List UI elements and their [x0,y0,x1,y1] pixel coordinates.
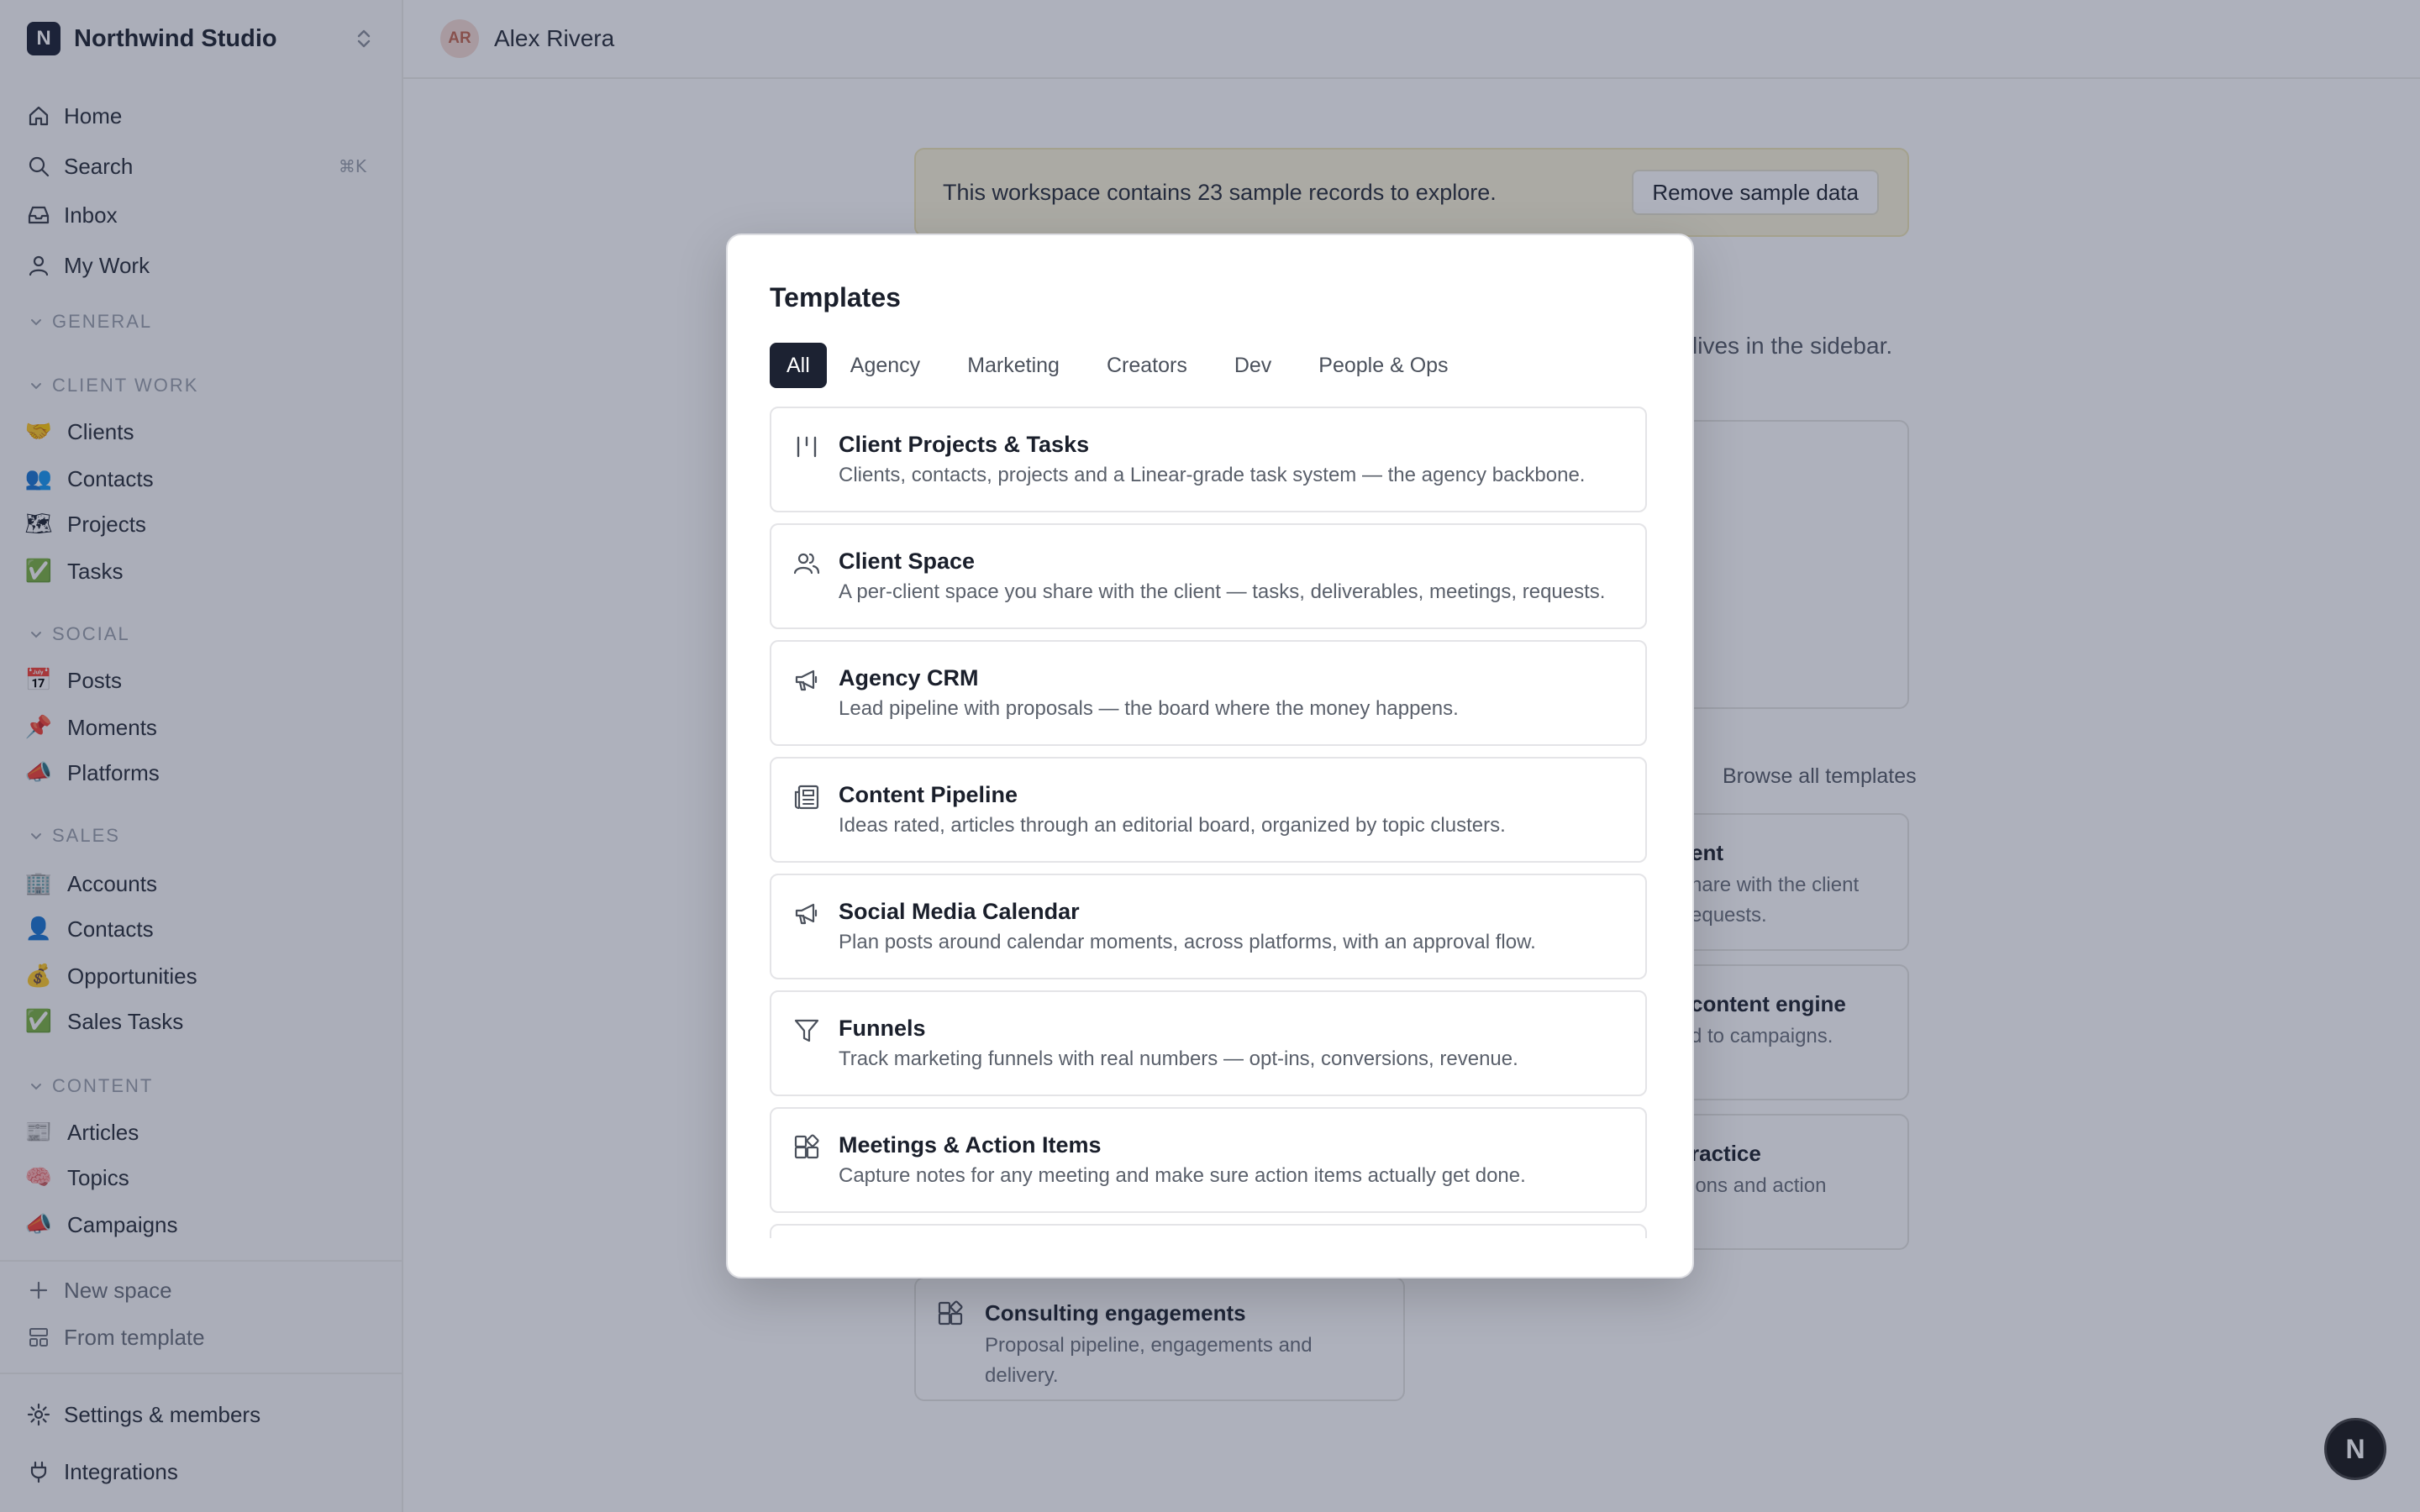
users-icon [792,549,822,579]
template-item[interactable]: Client Space A per-client space you shar… [770,523,1647,629]
template-title: Content Pipeline [839,782,1018,807]
template-title: Funnels [839,1016,926,1041]
template-desc: Plan posts around calendar moments, acro… [839,931,1536,953]
template-desc: Ideas rated, articles through an editori… [839,814,1506,837]
template-item[interactable]: Client Projects & Tasks Clients, contact… [770,407,1647,512]
template-title: Social Media Calendar [839,899,1080,924]
megaphone-icon [792,899,822,929]
template-title: Client Projects & Tasks [839,432,1090,457]
blocks-icon [792,1132,822,1163]
templates-modal: Templates All Agency Marketing Creators … [726,234,1694,1278]
tab-people-ops[interactable]: People & Ops [1295,343,1471,388]
kanban-icon [792,432,822,462]
template-title: Meetings & Action Items [839,1132,1102,1158]
template-desc: Capture notes for any meeting and make s… [839,1164,1526,1187]
template-item[interactable]: Funnels Track marketing funnels with rea… [770,990,1647,1096]
template-title: Agency CRM [839,665,979,690]
template-desc: A per-client space you share with the cl… [839,580,1606,603]
tab-marketing[interactable]: Marketing [944,343,1083,388]
newspaper-icon [792,782,822,812]
megaphone-icon [792,665,822,696]
template-item[interactable]: Social Media Calendar Plan posts around … [770,874,1647,979]
template-desc: Clients, contacts, projects and a Linear… [839,464,1586,486]
template-item[interactable]: Agency CRM Lead pipeline with proposals … [770,640,1647,746]
funnel-icon [792,1016,822,1046]
tab-all[interactable]: All [770,343,827,388]
template-desc: Track marketing funnels with real number… [839,1047,1518,1070]
template-category-tabs: All Agency Marketing Creators Dev People… [770,343,1472,388]
tab-creators[interactable]: Creators [1083,343,1211,388]
template-title: Client Space [839,549,976,574]
template-list[interactable]: Client Projects & Tasks Clients, contact… [770,407,1649,1238]
tab-agency[interactable]: Agency [827,343,944,388]
tab-dev[interactable]: Dev [1211,343,1295,388]
template-item[interactable]: Content Pipeline Ideas rated, articles t… [770,757,1647,863]
modal-title: Templates [770,282,901,312]
template-desc: Lead pipeline with proposals — the board… [839,697,1459,720]
template-item[interactable]: Meetings & Action Items Capture notes fo… [770,1107,1647,1213]
template-item[interactable] [770,1224,1647,1238]
